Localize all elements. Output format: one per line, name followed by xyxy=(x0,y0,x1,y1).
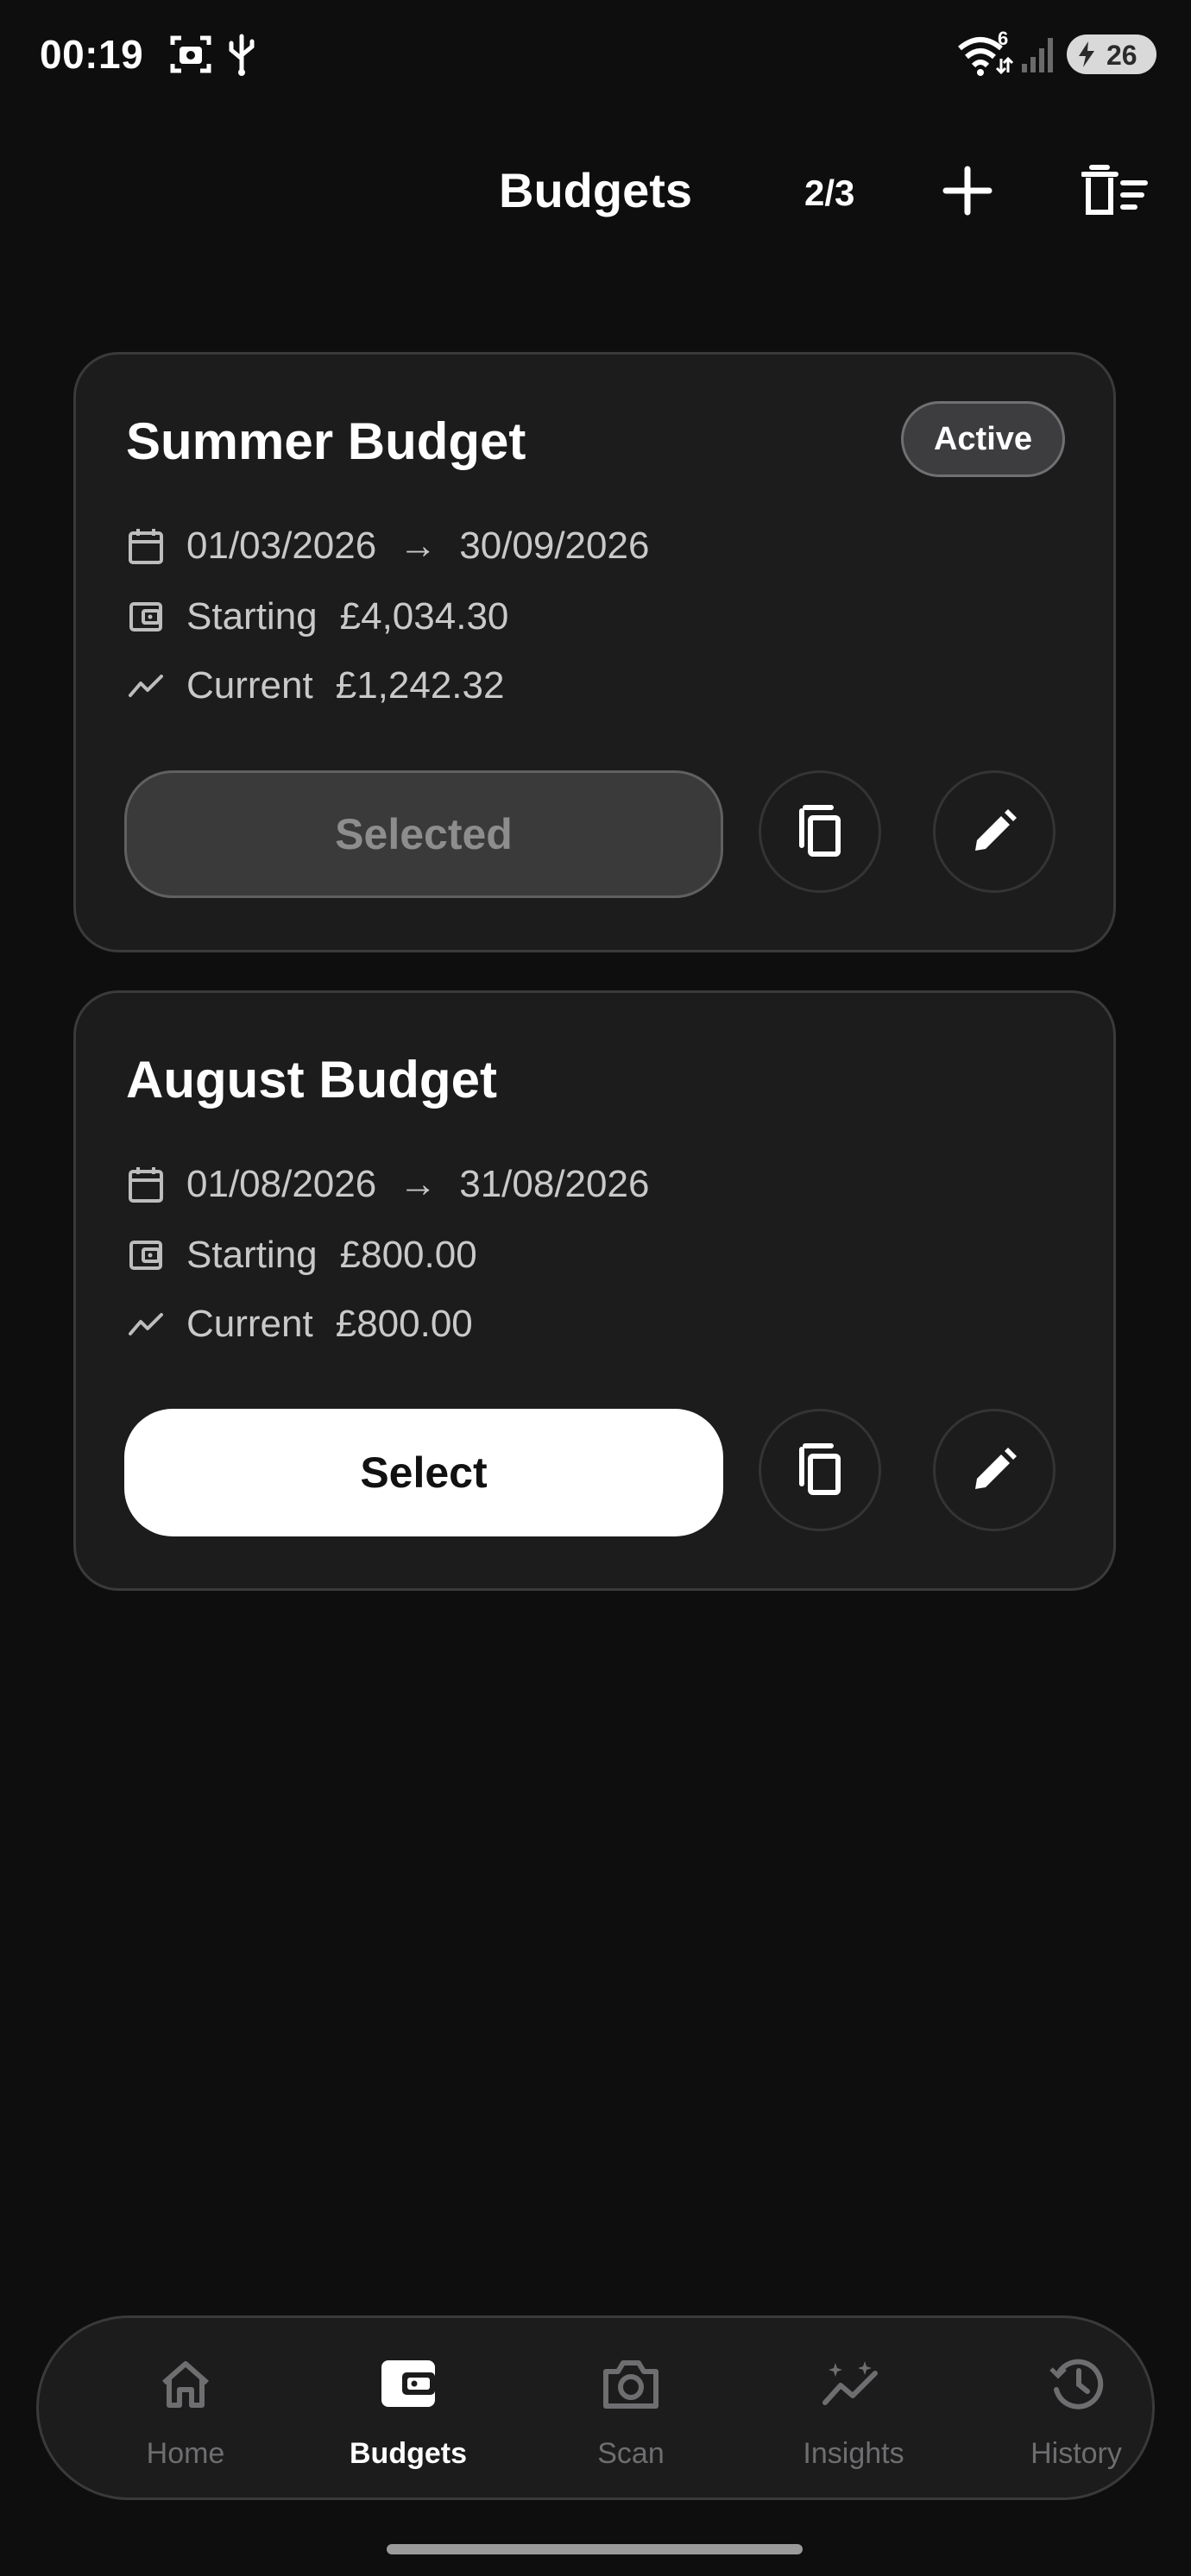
pencil-icon xyxy=(975,1448,1017,1489)
starting-amount: £4,034.30 xyxy=(339,595,509,638)
trend-icon xyxy=(126,1304,166,1344)
wifi-badge: 6 xyxy=(998,28,1009,49)
arrow: → xyxy=(399,1163,438,1205)
current-amount-row: Current £1,242.32 xyxy=(126,660,504,712)
select-button[interactable]: Select xyxy=(124,1409,723,1536)
camera-icon xyxy=(536,2351,726,2416)
selected-button[interactable]: Selected xyxy=(124,770,723,898)
home-icon xyxy=(91,2351,280,2416)
insights-icon xyxy=(759,2351,948,2416)
copy-icon xyxy=(799,1443,841,1495)
start-date: 01/08/2026 xyxy=(186,1163,377,1205)
start-date: 01/03/2026 xyxy=(186,525,377,567)
current-amount-row: Current £800.00 xyxy=(126,1298,473,1350)
battery-percent: 26 xyxy=(1106,40,1137,71)
current-amount: £1,242.32 xyxy=(335,664,505,707)
usb-icon xyxy=(226,33,257,80)
nav-label: Scan xyxy=(597,2437,665,2470)
edit-button[interactable] xyxy=(933,1409,1056,1531)
delete-list-icon xyxy=(1081,165,1148,215)
current-label: Current xyxy=(186,1303,313,1345)
delete-budgets-button[interactable] xyxy=(1081,160,1150,221)
arrow: → xyxy=(399,525,438,567)
page-title: Budgets xyxy=(499,163,692,217)
calendar-icon xyxy=(126,526,166,566)
duplicate-button[interactable] xyxy=(759,1409,881,1531)
wallet-icon xyxy=(126,1235,166,1275)
date-range-row: 01/08/2026 → 31/08/2026 xyxy=(126,1159,649,1210)
nav-label: Home xyxy=(146,2437,225,2470)
copy-icon xyxy=(799,805,841,857)
nav-item-insights[interactable]: Insights xyxy=(759,2318,948,2503)
plus-icon xyxy=(942,166,992,216)
nav-label: Insights xyxy=(803,2437,904,2470)
trend-icon xyxy=(126,666,166,706)
status-bar: 00:19 6 26 xyxy=(0,0,1191,104)
starting-label: Starting xyxy=(186,1234,318,1276)
budget-count: 2/3 xyxy=(804,173,855,213)
starting-amount-row: Starting £4,034.30 xyxy=(126,591,508,643)
starting-amount: £800.00 xyxy=(339,1234,477,1276)
starting-amount-row: Starting £800.00 xyxy=(126,1229,477,1281)
status-badge: Active xyxy=(901,401,1065,477)
wallet-icon xyxy=(313,2351,503,2416)
budget-name: August Budget xyxy=(126,1051,497,1109)
calendar-icon xyxy=(126,1165,166,1204)
battery-indicator: 26 xyxy=(1067,35,1156,74)
budget-card: August Budget 01/08/2026 → 31/08/2026 St… xyxy=(73,990,1116,1591)
nav-item-home[interactable]: Home xyxy=(91,2318,280,2503)
end-date: 30/09/2026 xyxy=(459,525,650,567)
budget-card: Summer Budget Active 01/03/2026 → 30/09/… xyxy=(73,352,1116,952)
wallet-icon xyxy=(126,597,166,637)
current-amount: £800.00 xyxy=(335,1303,473,1345)
wifi-icon: 6 xyxy=(956,28,1014,80)
date-range-row: 01/03/2026 → 30/09/2026 xyxy=(126,520,649,572)
nav-item-scan[interactable]: Scan xyxy=(536,2318,726,2503)
screenshot-icon xyxy=(169,33,212,80)
home-indicator[interactable] xyxy=(387,2544,803,2554)
history-icon xyxy=(981,2351,1171,2416)
end-date: 31/08/2026 xyxy=(459,1163,650,1205)
nav-label: History xyxy=(1030,2437,1122,2470)
starting-label: Starting xyxy=(186,595,318,638)
add-budget-button[interactable] xyxy=(937,160,998,221)
duplicate-button[interactable] xyxy=(759,770,881,893)
signal-icon xyxy=(1020,35,1058,79)
budget-name: Summer Budget xyxy=(126,412,526,470)
nav-item-budgets[interactable]: Budgets xyxy=(313,2318,503,2503)
nav-item-history[interactable]: History xyxy=(981,2318,1171,2503)
current-label: Current xyxy=(186,664,313,707)
pencil-icon xyxy=(975,809,1017,851)
bottom-navigation: Home Budgets Scan Insights History xyxy=(36,2315,1155,2500)
edit-button[interactable] xyxy=(933,770,1056,893)
nav-label: Budgets xyxy=(350,2437,467,2470)
charging-icon xyxy=(1075,40,1098,76)
status-time: 00:19 xyxy=(40,32,144,77)
